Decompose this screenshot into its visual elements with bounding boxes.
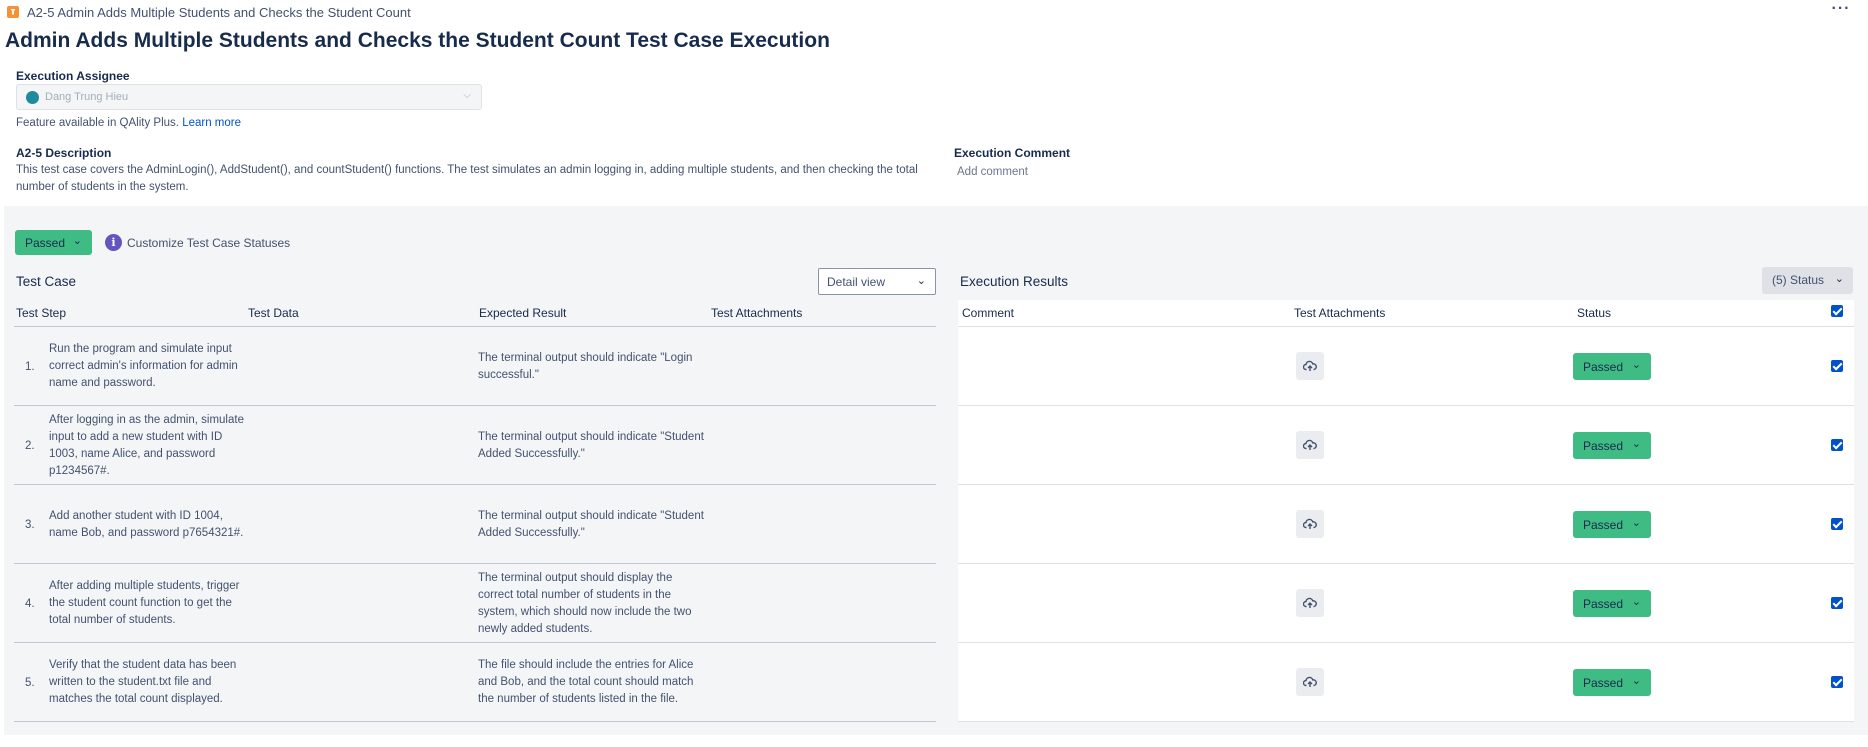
add-comment-field[interactable]: Add comment [957,166,1028,178]
feature-note: Feature available in QAlity Plus. Learn … [16,117,241,129]
page-title: Admin Adds Multiple Students and Checks … [5,29,830,52]
row-checkbox[interactable] [1831,518,1843,530]
status-filter-button[interactable]: (5) Status ⌄ [1762,267,1853,294]
overall-status-button[interactable]: Passed ⌄ [15,230,92,255]
chevron-down-icon: ⌄ [1631,438,1641,450]
overall-status-label: Passed [25,236,66,250]
step-text: Add another student with ID 1004, name B… [49,509,244,539]
table-row: Passed ⌄ [958,643,1854,722]
step-text: After logging in as the admin, simulate … [49,413,244,477]
table-row: 5. Verify that the student data has been… [14,643,936,722]
execution-comment-label: Execution Comment [954,146,1071,160]
table-row: Passed ⌄ [958,564,1854,643]
chevron-down-icon: ⌄ [1631,359,1641,371]
step-number: 5. [25,676,35,689]
expected-result: The terminal output should indicate "Log… [478,351,693,381]
step-status-button[interactable]: Passed ⌄ [1573,511,1651,538]
execution-panel: Passed ⌄ i Customize Test Case Statuses … [4,206,1868,735]
column-header-status: Status [1577,306,1612,320]
assignee-value: Dang Trung Hieu [45,91,129,103]
table-row: 4. After adding multiple students, trigg… [14,564,936,643]
table-header: Test Step Test Data Expected Result Test… [14,300,936,327]
column-header-comment: Comment [962,306,1015,320]
step-status-label: Passed [1583,676,1624,690]
chevron-down-icon: ⌄ [1834,273,1844,285]
step-number: 4. [25,597,35,610]
upload-cloud-icon[interactable] [1296,668,1324,696]
step-number: 2. [25,439,35,452]
chevron-down-icon: ⌄ [1631,675,1641,687]
upload-cloud-icon[interactable] [1296,589,1324,617]
assignee-select[interactable]: Dang Trung Hieu ⌵ [16,84,482,110]
view-select-value: Detail view [827,275,886,289]
execution-results-heading: Execution Results [960,274,1069,289]
top-bar: A2-5 Admin Adds Multiple Students and Ch… [0,0,1868,24]
chevron-down-icon: ⌄ [1631,596,1641,608]
step-status-label: Passed [1583,360,1624,374]
expected-result: The terminal output should display the c… [478,571,692,635]
upload-cloud-icon[interactable] [1296,510,1324,538]
step-status-button[interactable]: Passed ⌄ [1573,353,1651,380]
step-number: 3. [25,518,35,531]
description-label: A2-5 Description [16,146,112,160]
chevron-down-icon: ⌄ [1631,517,1641,529]
step-status-label: Passed [1583,597,1624,611]
row-checkbox[interactable] [1831,676,1843,688]
select-all-checkbox[interactable] [1831,305,1843,317]
chevron-down-icon: ⌵ [463,90,471,101]
step-status-label: Passed [1583,439,1624,453]
row-checkbox[interactable] [1831,360,1843,372]
test-case-table: Test Step Test Data Expected Result Test… [14,300,936,722]
learn-more-link[interactable]: Learn more [182,117,241,129]
step-status-button[interactable]: Passed ⌄ [1573,590,1651,617]
info-icon: i [105,234,122,251]
test-case-heading: Test Case [16,274,77,289]
description-text: This test case covers the AdminLogin(), … [16,164,918,193]
upload-cloud-icon[interactable] [1296,352,1324,380]
table-row: Passed ⌄ [958,327,1854,406]
expected-result: The terminal output should indicate "Stu… [478,509,704,539]
column-header-expected-result: Expected Result [479,306,567,320]
column-header-test-step: Test Step [16,306,67,320]
chevron-down-icon: ⌄ [916,275,926,287]
execution-results-table: Comment Test Attachments Status Passed ⌄… [958,300,1854,722]
table-row: 2. After logging in as the admin, simula… [14,406,936,485]
view-select[interactable]: Detail view ⌄ [818,268,936,295]
table-row: Passed ⌄ [958,485,1854,564]
step-text: Verify that the student data has been wr… [49,659,237,705]
column-header-test-data: Test Data [248,306,299,320]
step-number: 1. [25,360,35,373]
chevron-down-icon: ⌄ [72,235,82,247]
upload-cloud-icon[interactable] [1296,431,1324,459]
customize-statuses-link[interactable]: Customize Test Case Statuses [127,236,290,250]
feature-note-text: Feature available in QAlity Plus. [16,117,179,129]
row-checkbox[interactable] [1831,597,1843,609]
status-filter-label: (5) Status [1772,273,1825,287]
breadcrumb[interactable]: A2-5 Admin Adds Multiple Students and Ch… [27,5,411,20]
assignee-label: Execution Assignee [16,69,130,83]
step-status-label: Passed [1583,518,1624,532]
expected-result: The terminal output should indicate "Stu… [478,430,704,460]
step-status-button[interactable]: Passed ⌄ [1573,432,1651,459]
avatar [26,91,39,104]
step-status-button[interactable]: Passed ⌄ [1573,669,1651,696]
row-checkbox[interactable] [1831,439,1843,451]
column-header-test-attachments: Test Attachments [1294,306,1386,320]
expected-result: The file should include the entries for … [478,659,694,705]
more-actions-button[interactable]: ··· [1827,1,1855,22]
step-text: Run the program and simulate input corre… [49,343,238,389]
table-row: Passed ⌄ [958,406,1854,485]
table-row: 1. Run the program and simulate input co… [14,327,936,406]
table-header: Comment Test Attachments Status [958,300,1854,327]
step-text: After adding multiple students, trigger … [49,580,240,626]
table-row: 3. Add another student with ID 1004, nam… [14,485,936,564]
test-case-icon [7,6,19,18]
column-header-test-attachments: Test Attachments [711,306,803,320]
